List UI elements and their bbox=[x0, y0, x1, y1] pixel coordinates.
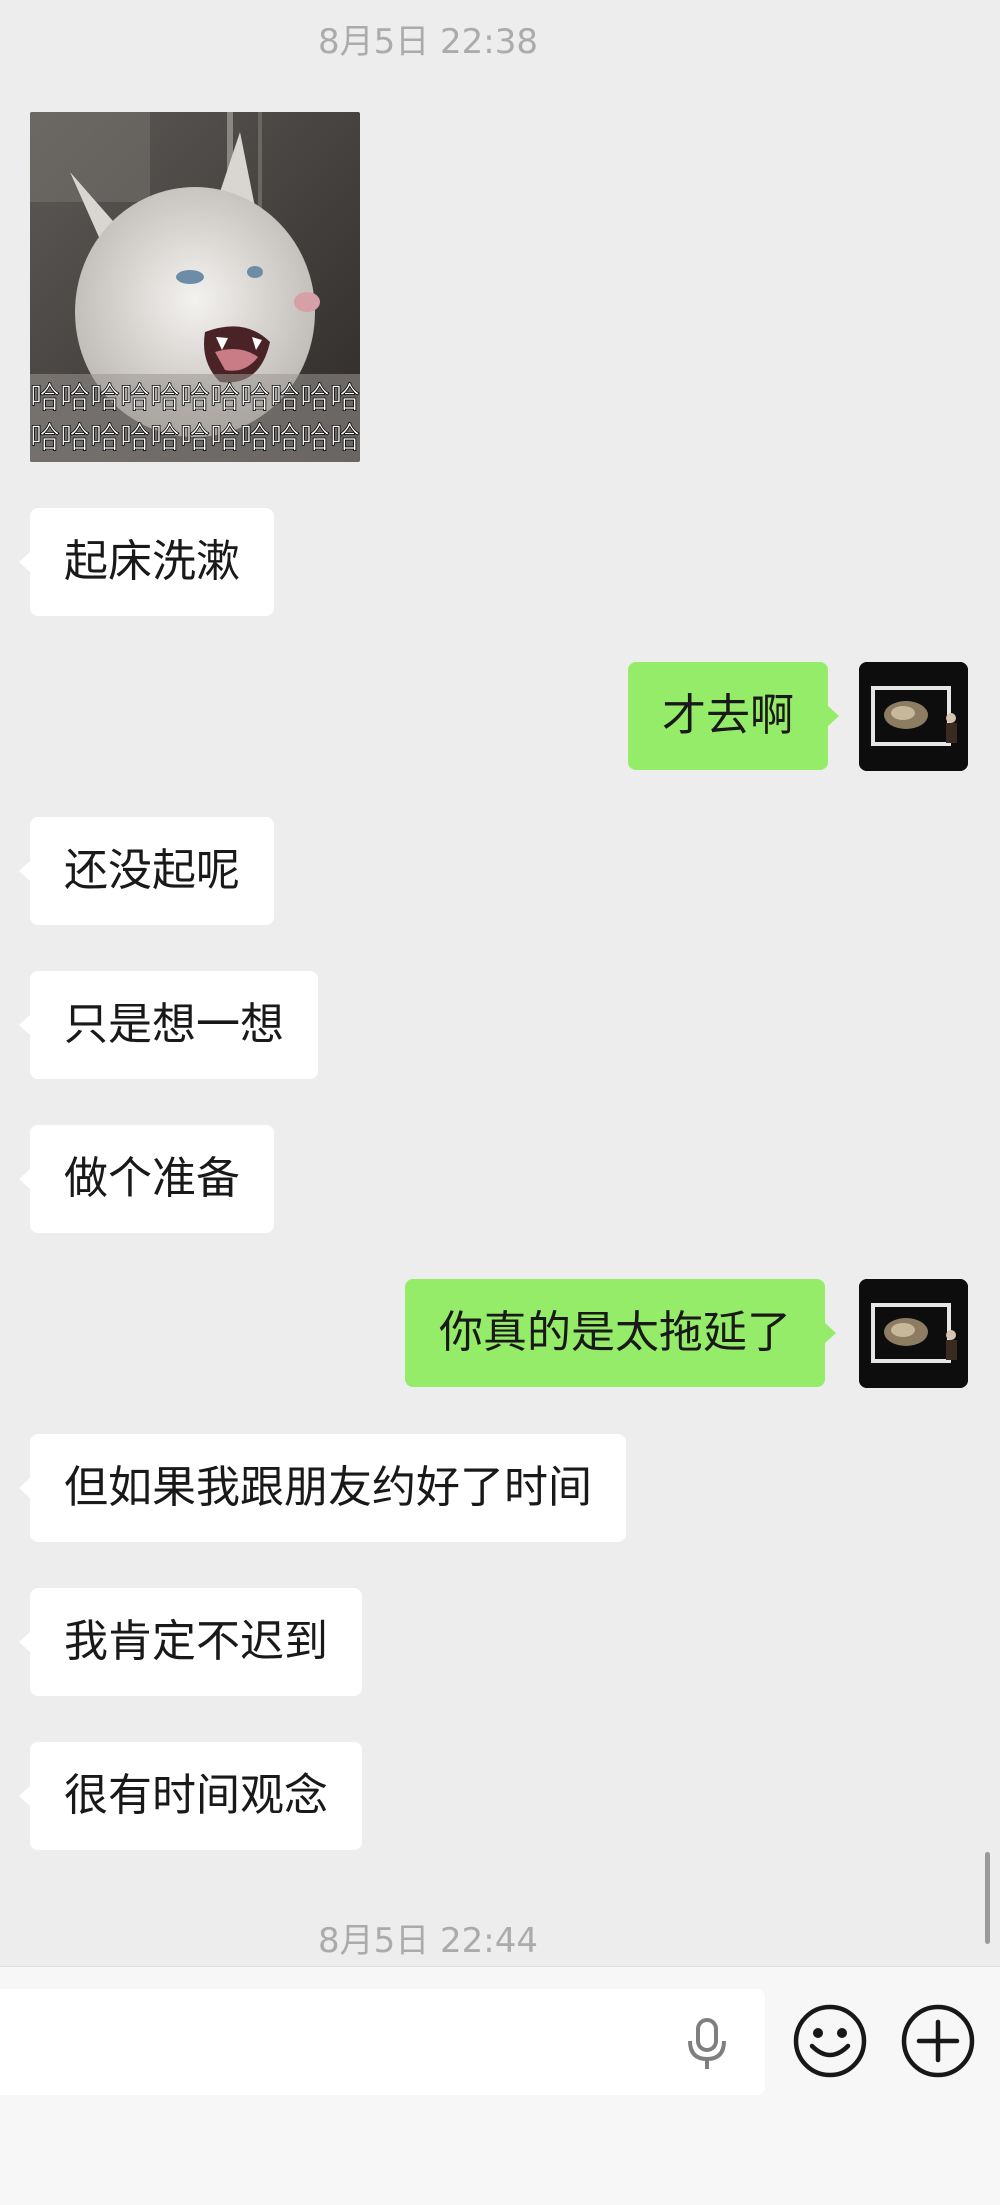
message-bubble-incoming[interactable]: 还没起呢 bbox=[19, 817, 274, 925]
message-bubble-incoming[interactable]: 只是想一想 bbox=[19, 971, 318, 1079]
message-bubble-incoming[interactable]: 起床洗漱 bbox=[19, 508, 274, 616]
sticker-caption-line2: 哈哈哈哈哈哈哈哈哈哈哈 bbox=[30, 421, 360, 456]
sticker-image[interactable]: 哈哈哈哈哈哈哈哈哈哈哈 哈哈哈哈哈哈哈哈哈哈哈 bbox=[30, 112, 360, 462]
avatar-image bbox=[859, 1279, 968, 1388]
avatar[interactable] bbox=[859, 662, 968, 771]
cat-sticker-graphic: 哈哈哈哈哈哈哈哈哈哈哈 哈哈哈哈哈哈哈哈哈哈哈 bbox=[30, 112, 360, 462]
message-bubble-outgoing[interactable]: 才去啊 bbox=[628, 662, 839, 770]
message-bubble-incoming[interactable]: 我肯定不迟到 bbox=[19, 1588, 362, 1696]
message-bubble-incoming[interactable]: 很有时间观念 bbox=[19, 1742, 362, 1850]
message-input[interactable] bbox=[0, 1989, 765, 2095]
plus-icon[interactable] bbox=[899, 2002, 977, 2080]
sticker-caption-line1: 哈哈哈哈哈哈哈哈哈哈哈 bbox=[30, 381, 360, 416]
message-bubble-incoming[interactable]: 做个准备 bbox=[19, 1125, 274, 1233]
scrollbar[interactable] bbox=[985, 1852, 990, 1944]
microphone-icon[interactable] bbox=[682, 2017, 732, 2071]
message-bubble-incoming[interactable]: 但如果我跟朋友约好了时间 bbox=[19, 1434, 626, 1542]
emoji-icon[interactable] bbox=[791, 2002, 869, 2080]
avatar-image bbox=[859, 662, 968, 771]
avatar[interactable] bbox=[859, 1279, 968, 1388]
chat-area: 8月5日 22:38 哈哈哈哈哈哈哈哈哈哈哈 哈哈哈哈哈哈哈哈哈哈哈 起床洗漱 … bbox=[0, 0, 1000, 1966]
input-bar bbox=[0, 1966, 1000, 2205]
timestamp: 8月5日 22:44 bbox=[317, 1921, 539, 1961]
timestamp: 8月5日 22:38 bbox=[317, 22, 539, 62]
message-bubble-outgoing[interactable]: 你真的是太拖延了 bbox=[405, 1279, 836, 1387]
